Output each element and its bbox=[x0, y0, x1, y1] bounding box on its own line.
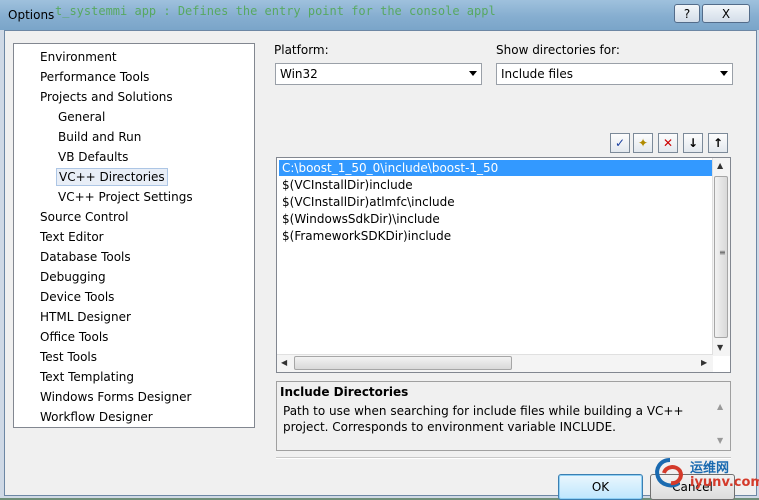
tree-item[interactable]: Source Control bbox=[38, 208, 130, 226]
new-folder-icon: ✦ bbox=[637, 136, 649, 150]
description-panel: Include Directories Path to use when sea… bbox=[276, 381, 731, 451]
tree-item[interactable]: Build and Run bbox=[56, 128, 143, 146]
tree-item[interactable]: Windows Forms Designer bbox=[38, 388, 193, 406]
background-code-text: t_systemmi app : Defines the entry point… bbox=[55, 4, 496, 18]
watermark-logo: 运维网 iyunv.com bbox=[650, 455, 759, 495]
platform-label: Platform: bbox=[274, 43, 329, 57]
options-tree[interactable]: Environment Performance Tools Projects and… bbox=[13, 43, 255, 428]
directory-row[interactable]: $(VCInstallDir)atlmfc\include bbox=[279, 194, 714, 210]
tree-item[interactable]: Test Tools bbox=[38, 348, 99, 366]
vertical-scroll-thumb[interactable]: ≡ bbox=[714, 176, 728, 338]
scroll-up-icon[interactable]: ▲ bbox=[717, 161, 723, 170]
scroll-up-icon[interactable]: ▲ bbox=[717, 402, 723, 411]
scroll-left-icon[interactable]: ◀ bbox=[281, 358, 287, 367]
help-icon: ? bbox=[683, 6, 691, 21]
watermark-swirl-icon bbox=[655, 458, 683, 488]
title-bar[interactable]: t_systemmi app : Defines the entry point… bbox=[0, 0, 759, 30]
directory-row[interactable]: C:\boost_1_50_0\include\boost-1_50 bbox=[279, 160, 714, 176]
directory-list[interactable]: C:\boost_1_50_0\include\boost-1_50 $(VCIn… bbox=[276, 157, 731, 373]
tree-item[interactable]: Text Templating bbox=[38, 368, 136, 386]
ok-button[interactable]: OK bbox=[558, 474, 643, 500]
dialog-client: Environment Performance Tools Projects and… bbox=[4, 30, 757, 500]
scroll-right-icon[interactable]: ▶ bbox=[701, 358, 707, 367]
show-directories-value: Include files bbox=[501, 67, 574, 81]
chevron-down-icon bbox=[720, 71, 728, 76]
tree-item[interactable]: Device Tools bbox=[38, 288, 116, 306]
description-scrollbar[interactable]: ▲ ▼ bbox=[715, 400, 729, 448]
check-path-button[interactable]: ✓ bbox=[610, 133, 630, 153]
tree-item[interactable]: Debugging bbox=[38, 268, 108, 286]
tree-item[interactable]: Workflow Designer bbox=[38, 408, 155, 426]
show-directories-dropdown[interactable]: Include files bbox=[496, 63, 733, 85]
watermark-text-cn: 运维网 bbox=[690, 461, 730, 476]
tree-item[interactable]: VB Defaults bbox=[56, 148, 130, 166]
tree-item[interactable]: General bbox=[56, 108, 107, 126]
directory-row[interactable]: $(VCInstallDir)include bbox=[279, 177, 714, 193]
window-title: Options bbox=[8, 8, 55, 22]
directory-row[interactable]: $(FrameworkSDKDir)include bbox=[279, 228, 714, 244]
description-text: Path to use when searching for include f… bbox=[283, 404, 684, 434]
tree-item[interactable]: Performance Tools bbox=[38, 68, 151, 86]
tree-item[interactable]: HTML Designer bbox=[38, 308, 133, 326]
move-down-button[interactable]: ↓ bbox=[683, 133, 703, 153]
horizontal-scrollbar[interactable]: ◀ ▶ bbox=[277, 354, 713, 372]
tree-item[interactable]: Text Editor bbox=[38, 228, 106, 246]
close-icon: X bbox=[721, 6, 731, 21]
show-directories-label: Show directories for: bbox=[496, 43, 620, 57]
help-button[interactable]: ? bbox=[674, 4, 700, 23]
directory-row[interactable]: $(WindowsSdkDir)\include bbox=[279, 211, 714, 227]
vertical-scrollbar[interactable]: ▲ ≡ ▼ bbox=[712, 158, 730, 356]
platform-value: Win32 bbox=[280, 67, 318, 81]
close-button[interactable]: X bbox=[702, 4, 750, 23]
tree-item[interactable]: Projects and Solutions bbox=[38, 88, 175, 106]
arrow-up-icon: ↑ bbox=[712, 136, 724, 150]
scroll-down-icon[interactable]: ▼ bbox=[717, 343, 723, 352]
horizontal-scroll-thumb[interactable] bbox=[294, 356, 512, 370]
delete-icon: ✕ bbox=[662, 136, 674, 150]
tree-item[interactable]: Environment bbox=[38, 48, 119, 66]
description-title: Include Directories bbox=[280, 385, 409, 399]
check-icon: ✓ bbox=[614, 136, 626, 150]
new-line-button[interactable]: ✦ bbox=[633, 133, 653, 153]
watermark-text-url: iyunv.com bbox=[690, 475, 759, 490]
tree-item[interactable]: VC++ Directories bbox=[56, 168, 168, 186]
move-up-button[interactable]: ↑ bbox=[708, 133, 728, 153]
options-window: t_systemmi app : Defines the entry point… bbox=[0, 0, 759, 500]
tree-item[interactable]: VC++ Project Settings bbox=[56, 188, 195, 206]
delete-line-button[interactable]: ✕ bbox=[658, 133, 678, 153]
tree-item[interactable]: Office Tools bbox=[38, 328, 110, 346]
chevron-down-icon bbox=[469, 71, 477, 76]
scroll-down-icon[interactable]: ▼ bbox=[717, 436, 723, 445]
arrow-down-icon: ↓ bbox=[687, 136, 699, 150]
platform-dropdown[interactable]: Win32 bbox=[275, 63, 482, 85]
tree-item[interactable]: Database Tools bbox=[38, 248, 133, 266]
